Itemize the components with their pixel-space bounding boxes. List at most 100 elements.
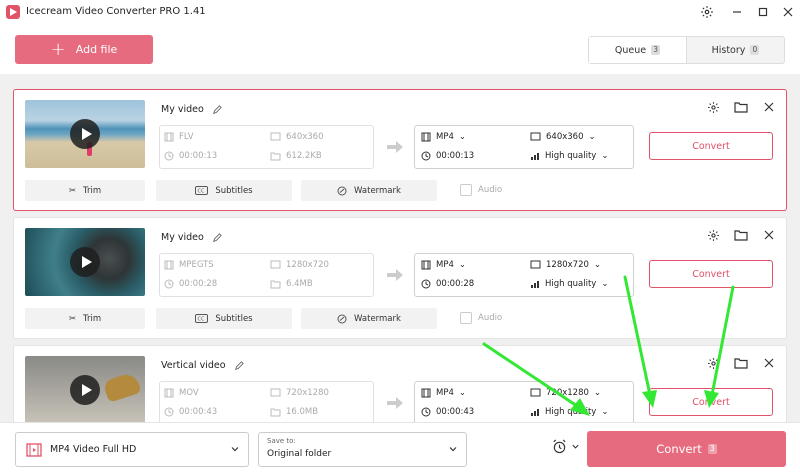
convert-button[interactable]: Convert (649, 260, 773, 288)
source-resolution: 1280x720 (286, 260, 329, 270)
output-duration[interactable]: 00:00:43 (421, 407, 474, 417)
chevron-down-icon: ⌄ (458, 260, 466, 270)
convert-all-button[interactable]: Convert 3 (587, 431, 786, 467)
convert-button[interactable]: Convert (649, 388, 773, 416)
card-folder-icon[interactable] (734, 228, 748, 242)
svg-text:CC: CC (198, 189, 205, 195)
output-format: MP4 (436, 388, 454, 398)
card-remove-close-icon[interactable] (762, 100, 776, 114)
resolution-icon (530, 260, 541, 269)
trim-button[interactable]: ✂ Trim (25, 180, 145, 201)
chevron-down-icon: ⌄ (588, 132, 596, 142)
output-quality-dropdown[interactable]: High quality ⌄ (530, 279, 608, 289)
source-format: MOV (179, 388, 199, 398)
minimize-button[interactable] (728, 3, 746, 21)
quality-bars-icon (531, 281, 539, 288)
output-resolution-dropdown[interactable]: 1280x720 ⌄ (530, 260, 601, 270)
video-card[interactable]: My video FLV 640x360 00:00:13 612.2KB MP… (13, 89, 787, 211)
edit-pencil-icon[interactable] (212, 104, 222, 115)
trim-label: Trim (83, 185, 102, 196)
close-window-button[interactable] (779, 3, 797, 21)
film-icon (164, 388, 174, 398)
chevron-down-icon: ⌄ (601, 279, 609, 289)
audio-checkbox[interactable] (460, 184, 472, 196)
output-quality: High quality (545, 151, 597, 161)
source-info: MPEGTS 1280x720 00:00:28 6.4MB (159, 253, 374, 297)
play-icon[interactable] (70, 247, 100, 277)
cc-icon: CC (195, 186, 209, 195)
alarm-clock-icon (553, 439, 566, 454)
convert-all-label: Convert (656, 442, 702, 456)
output-format-dropdown[interactable]: MP4 ⌄ (421, 260, 466, 270)
subtitles-button[interactable]: CC Subtitles (156, 180, 292, 201)
video-card[interactable]: Vertical video MOV 720x1280 00:00:43 16.… (13, 345, 787, 422)
video-title[interactable]: My video (161, 232, 222, 243)
output-duration[interactable]: 00:00:13 (421, 151, 474, 161)
chevron-down-icon: ⌄ (601, 407, 609, 417)
card-folder-icon[interactable] (734, 356, 748, 370)
queue-list[interactable]: My video FLV 640x360 00:00:13 612.2KB MP… (0, 74, 800, 422)
output-resolution-dropdown[interactable]: 720x1280 ⌄ (530, 388, 601, 398)
subtitles-label: Subtitles (215, 185, 253, 196)
resolution-icon (530, 132, 541, 141)
play-icon[interactable] (70, 119, 100, 149)
chevron-down-icon (231, 447, 239, 452)
output-quality-dropdown[interactable]: High quality ⌄ (530, 151, 608, 161)
settings-gear-icon[interactable] (698, 3, 716, 21)
audio-toggle[interactable]: Audio (460, 312, 502, 324)
source-info: MOV 720x1280 00:00:43 16.0MB (159, 381, 374, 422)
card-folder-icon[interactable] (734, 100, 748, 114)
watermark-button[interactable]: Watermark (301, 308, 437, 329)
video-title[interactable]: Vertical video (161, 360, 244, 371)
watermark-button[interactable]: Watermark (301, 180, 437, 201)
tab-history[interactable]: History 0 (687, 37, 784, 63)
video-title-text: Vertical video (161, 360, 226, 371)
video-thumbnail[interactable] (25, 356, 145, 422)
bottom-bar: MP4 Video Full HD Save to: Original fold… (0, 422, 800, 474)
output-resolution: 640x360 (546, 132, 584, 142)
schedule-timer-dropdown[interactable] (552, 439, 580, 454)
trim-label: Trim (83, 313, 102, 324)
card-remove-close-icon[interactable] (762, 356, 776, 370)
video-card[interactable]: My video MPEGTS 1280x720 00:00:28 6.4MB … (13, 217, 787, 339)
edit-pencil-icon[interactable] (234, 360, 244, 371)
output-duration-text: 00:00:28 (436, 279, 475, 289)
add-file-button[interactable]: + Add file (15, 35, 153, 64)
card-settings-gear-icon[interactable] (706, 228, 720, 242)
save-location-dropdown[interactable]: Save to: Original folder (258, 432, 467, 467)
maximize-button[interactable] (754, 3, 772, 21)
source-resolution: 640x360 (286, 132, 324, 142)
chevron-down-icon: ⌄ (593, 388, 602, 398)
output-duration[interactable]: 00:00:28 (421, 279, 474, 289)
output-quality-dropdown[interactable]: High quality ⌄ (530, 407, 608, 417)
card-remove-close-icon[interactable] (762, 228, 776, 242)
trim-button[interactable]: ✂ Trim (25, 308, 145, 329)
output-format-dropdown[interactable]: MP4 ⌄ (421, 132, 466, 142)
output-format-dropdown[interactable]: MP4 ⌄ (421, 388, 466, 398)
card-settings-gear-icon[interactable] (706, 356, 720, 370)
output-resolution-dropdown[interactable]: 640x360 ⌄ (530, 132, 596, 142)
chevron-down-icon (449, 447, 457, 452)
watermark-label: Watermark (354, 185, 401, 196)
tab-queue[interactable]: Queue 3 (589, 37, 687, 63)
audio-toggle[interactable]: Audio (460, 184, 502, 196)
convert-button[interactable]: Convert (649, 132, 773, 160)
video-thumbnail[interactable] (25, 228, 145, 296)
output-quality: High quality (545, 279, 597, 289)
audio-checkbox[interactable] (460, 312, 472, 324)
source-resolution: 720x1280 (286, 388, 329, 398)
play-icon[interactable] (70, 375, 100, 405)
edit-pencil-icon[interactable] (212, 232, 222, 243)
clock-icon (164, 151, 174, 161)
film-icon (421, 132, 431, 142)
output-settings: MP4 ⌄ 640x360 ⌄ 00:00:13 High quality ⌄ (414, 125, 634, 169)
preset-format-dropdown[interactable]: MP4 Video Full HD (15, 432, 249, 467)
clock-icon (164, 279, 174, 289)
video-preset-icon (26, 442, 42, 457)
queue-history-tabs: Queue 3 History 0 (588, 36, 785, 64)
video-title[interactable]: My video (161, 104, 222, 115)
subtitles-button[interactable]: CC Subtitles (156, 308, 292, 329)
video-thumbnail[interactable] (25, 100, 145, 168)
source-format: FLV (179, 132, 194, 142)
card-settings-gear-icon[interactable] (706, 100, 720, 114)
